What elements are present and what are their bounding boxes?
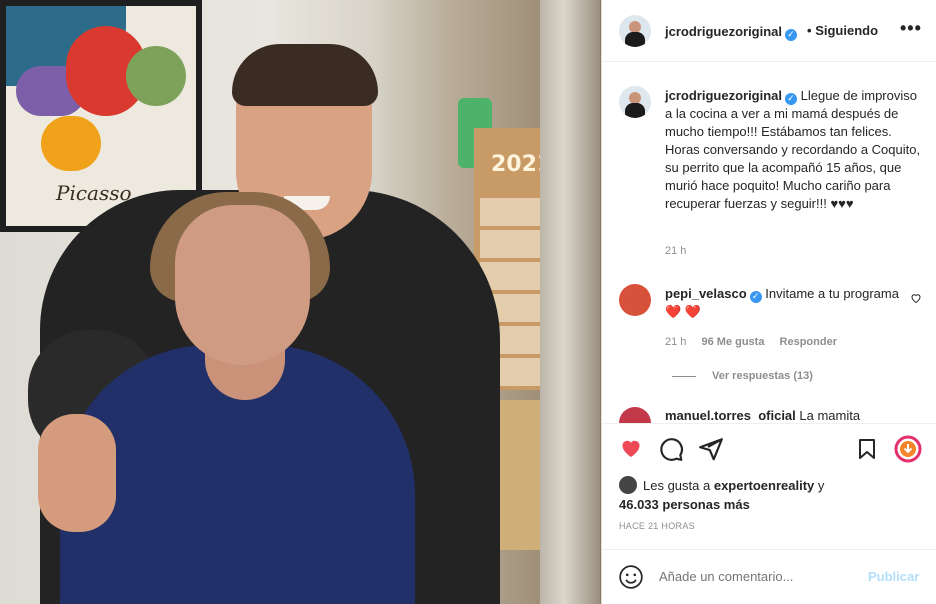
painting-signature: Picasso — [56, 181, 132, 205]
likes-count[interactable]: 46.033 personas más — [619, 497, 750, 512]
caption-text: Llegue de improviso a la cocina a ver a … — [665, 88, 921, 211]
comment-likes[interactable]: 96 Me gusta — [701, 336, 764, 348]
replies-line — [672, 375, 696, 377]
verified-badge-icon: ✓ — [785, 93, 798, 105]
likes-prefix: Les gusta a — [643, 478, 711, 493]
commenter-avatar[interactable] — [619, 284, 651, 316]
caption-time[interactable]: 21 h — [665, 245, 686, 257]
comment-input[interactable] — [657, 568, 851, 585]
save-bookmark-icon[interactable] — [855, 436, 879, 467]
post-photo[interactable]: Picasso 2021 — [0, 0, 601, 604]
comment-username[interactable]: pepi_velasco — [665, 286, 747, 301]
comment-item: manuel.torres_oficial La mamita es — [665, 408, 875, 420]
publish-button[interactable]: Publicar — [868, 569, 919, 584]
comment-username[interactable]: manuel.torres_oficial — [665, 408, 796, 420]
reply-button[interactable]: Responder — [780, 336, 837, 348]
door-frame — [540, 0, 600, 604]
caption-avatar[interactable] — [619, 86, 651, 118]
verified-badge-icon: ✓ — [749, 291, 762, 303]
emoji-icon[interactable] — [618, 564, 644, 595]
add-comment-bar: Publicar — [602, 549, 936, 604]
like-heart-icon[interactable] — [618, 436, 644, 465]
view-replies-label: Ver respuestas (13) — [712, 370, 813, 382]
comment-text: Invitame a tu programa — [765, 286, 899, 301]
caption: jcrodriguezoriginal ✓ Llegue de improviso… — [665, 87, 923, 213]
share-icon[interactable] — [698, 436, 724, 467]
comment-like-icon[interactable] — [910, 292, 922, 307]
caption-username[interactable]: jcrodriguezoriginal — [665, 88, 782, 103]
action-bar — [602, 423, 936, 473]
comment-item: pepi_velasco ✓ Invitame a tu programa ❤️ … — [665, 285, 900, 321]
likes-connector: y — [817, 478, 825, 493]
comment-hearts: ❤️ ❤️ — [665, 304, 701, 319]
verified-badge-icon: ✓ — [785, 29, 798, 41]
post-side-panel: jcrodriguezoriginal ✓ • Siguiendo ••• jcr… — [601, 0, 936, 604]
more-options-icon[interactable]: ••• — [900, 18, 922, 39]
following-button[interactable]: Siguiendo — [815, 23, 878, 38]
header-username[interactable]: jcrodriguezoriginal — [665, 24, 782, 39]
liker-avatar[interactable] — [619, 476, 637, 494]
woman-face — [175, 205, 310, 365]
post-timestamp[interactable]: HACE 21 HORAS — [619, 521, 695, 531]
avatar[interactable] — [619, 15, 651, 47]
likes-summary: Les gusta a expertoenreality y 46.033 pe… — [619, 476, 929, 514]
extension-download-icon[interactable] — [894, 435, 922, 468]
man-hand — [38, 414, 116, 532]
man-hair — [232, 44, 378, 106]
view-replies-button[interactable]: Ver respuestas (13) — [672, 370, 813, 382]
post-header: jcrodriguezoriginal ✓ • Siguiendo ••• — [602, 0, 936, 62]
comment-icon[interactable] — [658, 436, 684, 467]
separator-dot: • — [807, 23, 812, 38]
comment-time[interactable]: 21 h — [665, 336, 686, 348]
liker-username[interactable]: expertoenreality — [714, 478, 814, 493]
comment-meta: 21 h 96 Me gusta Responder — [665, 336, 849, 348]
